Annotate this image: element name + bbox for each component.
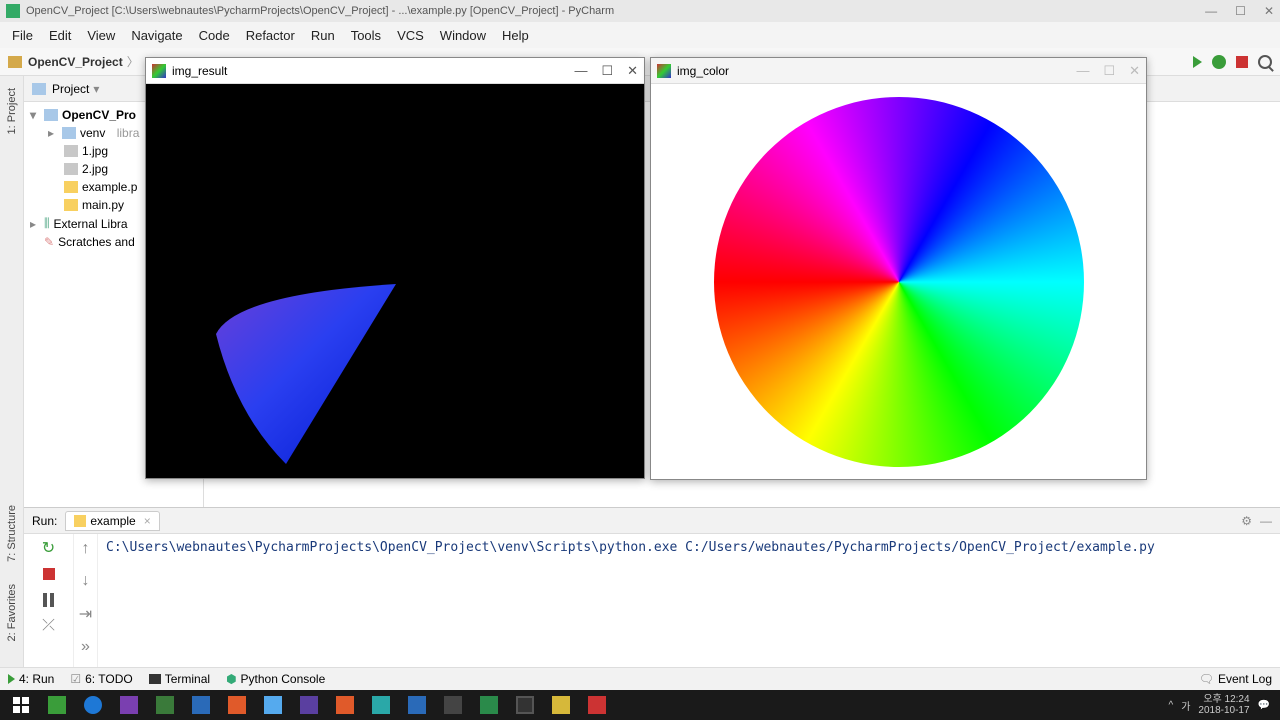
bottom-eventlog[interactable]: 🗨Event Log: [1199, 672, 1272, 686]
taskbar-app[interactable]: [220, 692, 254, 718]
minimize-button[interactable]: —: [1205, 4, 1217, 18]
cv1-maximize-icon[interactable]: ☐: [601, 63, 613, 79]
app-icon: [6, 4, 20, 18]
cv-title-1: img_result: [172, 64, 227, 78]
taskbar-app[interactable]: [292, 692, 326, 718]
taskbar-app[interactable]: [364, 692, 398, 718]
taskbar-app[interactable]: [400, 692, 434, 718]
taskbar-app[interactable]: [508, 692, 542, 718]
taskbar-app[interactable]: [544, 692, 578, 718]
tab-structure[interactable]: 7: Structure: [4, 499, 20, 568]
menu-window[interactable]: Window: [434, 26, 492, 45]
cv-result-canvas: [146, 84, 644, 478]
tray-chevron-icon[interactable]: ^: [1168, 700, 1173, 711]
opencv-window-color[interactable]: img_color — ☐ ✕: [650, 57, 1147, 480]
taskbar-app[interactable]: [76, 692, 110, 718]
run-output[interactable]: C:\Users\webnautes\PycharmProjects\OpenC…: [98, 534, 1280, 667]
project-label[interactable]: Project: [52, 82, 89, 96]
rerun-icon[interactable]: ↻: [41, 540, 57, 556]
run-settings-icon[interactable]: ⚙: [1241, 514, 1252, 528]
taskbar-app[interactable]: [148, 692, 182, 718]
breadcrumb-project[interactable]: OpenCV_Project: [28, 55, 123, 69]
debug-icon[interactable]: [1212, 55, 1226, 69]
taskbar-app[interactable]: [580, 692, 614, 718]
taskbar-app[interactable]: [328, 692, 362, 718]
system-tray[interactable]: ^ 가 오후 12:24 2018-10-17 💬: [1168, 694, 1276, 716]
scroll-down-icon[interactable]: ↓: [82, 572, 90, 590]
terminal-icon: [149, 674, 161, 684]
python-icon: [74, 515, 86, 527]
exit-icon[interactable]: ⤫: [41, 618, 57, 634]
opencv-icon: [152, 64, 166, 78]
bottom-run[interactable]: 4: Run: [8, 672, 54, 686]
run-panel: Run: example × ⚙ — ↻ ⤫ ↑ ↓: [24, 507, 1280, 667]
windows-taskbar: ^ 가 오후 12:24 2018-10-17 💬: [0, 690, 1280, 720]
search-icon[interactable]: [1258, 55, 1272, 69]
folder-icon: [8, 56, 22, 68]
tray-notifications-icon[interactable]: 💬: [1258, 700, 1270, 711]
bottom-pyconsole[interactable]: ⬢Python Console: [226, 672, 325, 686]
left-gutter: 1: Project 7: Structure 2: Favorites: [0, 76, 24, 667]
tray-clock[interactable]: 오후 12:24 2018-10-17: [1198, 694, 1249, 716]
cv2-minimize-icon[interactable]: —: [1076, 63, 1089, 79]
run-tab[interactable]: example ×: [65, 511, 159, 531]
menu-vcs[interactable]: VCS: [391, 26, 430, 45]
pause-icon[interactable]: [41, 592, 57, 608]
tray-input-icon[interactable]: 가: [1181, 698, 1190, 713]
cv-color-canvas: [651, 84, 1146, 479]
project-icon: [32, 83, 46, 95]
scroll-up-icon[interactable]: ↑: [82, 540, 90, 558]
cv2-close-icon[interactable]: ✕: [1129, 63, 1140, 79]
stop-icon[interactable]: [41, 566, 57, 582]
run-minimize-icon[interactable]: —: [1260, 514, 1272, 528]
cv2-maximize-icon[interactable]: ☐: [1103, 63, 1115, 79]
taskbar-app[interactable]: [472, 692, 506, 718]
cv-title-2: img_color: [677, 64, 729, 78]
menu-file[interactable]: File: [6, 26, 39, 45]
stop-icon[interactable]: [1236, 56, 1248, 68]
tab-favorites[interactable]: 2: Favorites: [4, 578, 20, 647]
menu-edit[interactable]: Edit: [43, 26, 77, 45]
tab-project[interactable]: 1: Project: [4, 82, 20, 140]
menu-bar: File Edit View Navigate Code Refactor Ru…: [0, 22, 1280, 48]
run-toolbar: ↻ ⤫: [24, 534, 74, 667]
menu-refactor[interactable]: Refactor: [240, 26, 301, 45]
taskbar-app[interactable]: [40, 692, 74, 718]
menu-run[interactable]: Run: [305, 26, 341, 45]
more-icon[interactable]: »: [81, 638, 90, 656]
bottom-todo[interactable]: ☑6: TODO: [70, 672, 132, 686]
window-titlebar: OpenCV_Project [C:\Users\webnautes\Pycha…: [0, 0, 1280, 22]
menu-navigate[interactable]: Navigate: [125, 26, 188, 45]
run-icon[interactable]: [1193, 56, 1202, 68]
menu-tools[interactable]: Tools: [345, 26, 387, 45]
run-label: Run:: [32, 514, 57, 528]
bottom-tool-bar: 4: Run ☑6: TODO Terminal ⬢Python Console…: [0, 667, 1280, 690]
close-button[interactable]: ✕: [1264, 4, 1274, 18]
menu-help[interactable]: Help: [496, 26, 535, 45]
taskbar-app[interactable]: [436, 692, 470, 718]
softwrap-icon[interactable]: ⇥: [79, 604, 92, 624]
taskbar-app[interactable]: [256, 692, 290, 718]
window-title: OpenCV_Project [C:\Users\webnautes\Pycha…: [26, 5, 614, 17]
bottom-terminal[interactable]: Terminal: [149, 672, 210, 686]
opencv-icon: [657, 64, 671, 78]
cv1-minimize-icon[interactable]: —: [574, 63, 587, 79]
maximize-button[interactable]: ☐: [1235, 4, 1246, 18]
window-controls: — ☐ ✕: [1205, 4, 1274, 18]
cv1-close-icon[interactable]: ✕: [627, 63, 638, 79]
opencv-window-result[interactable]: img_result — ☐ ✕: [145, 57, 645, 479]
start-button[interactable]: [4, 692, 38, 718]
taskbar-app[interactable]: [112, 692, 146, 718]
color-wheel: [714, 97, 1084, 467]
menu-code[interactable]: Code: [193, 26, 236, 45]
taskbar-app[interactable]: [184, 692, 218, 718]
menu-view[interactable]: View: [81, 26, 121, 45]
